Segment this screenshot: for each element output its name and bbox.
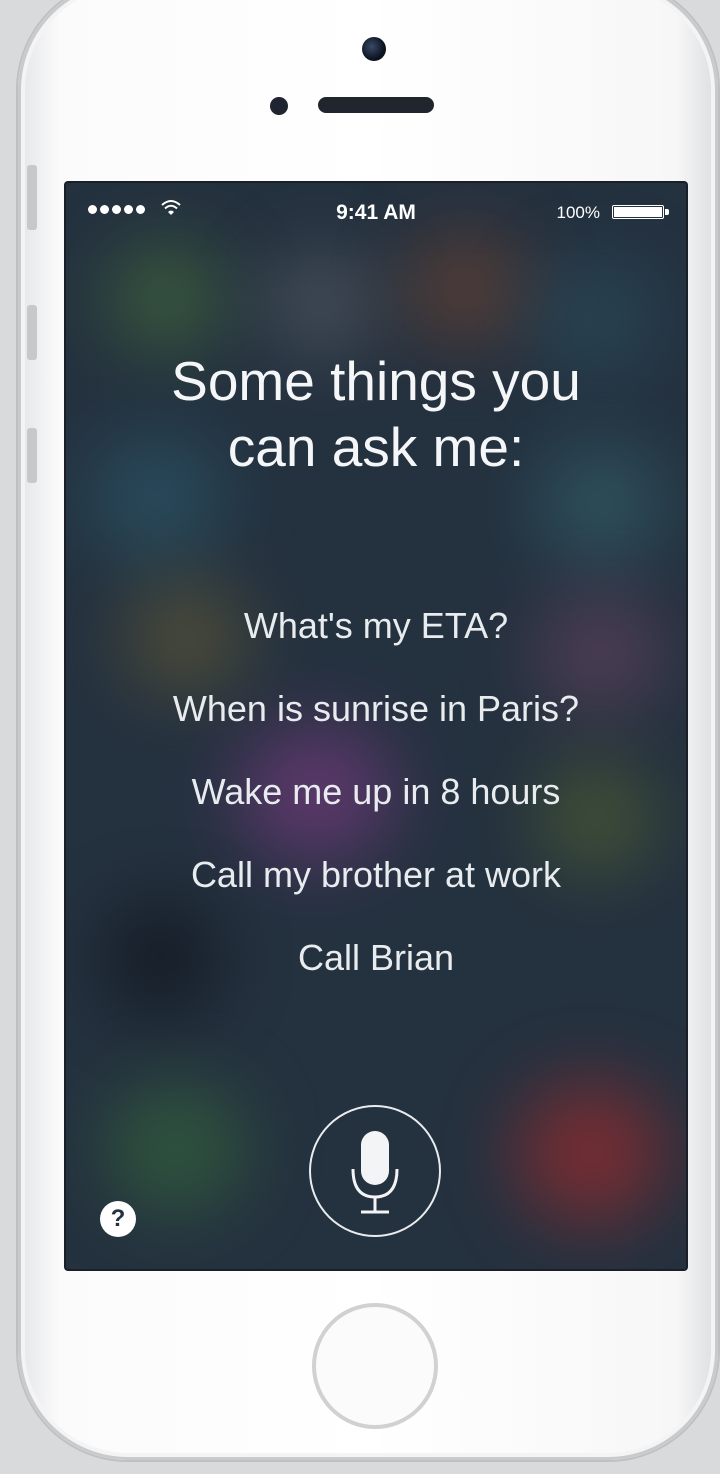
proximity-sensor <box>270 97 288 115</box>
microphone-icon <box>351 1131 399 1214</box>
home-button[interactable] <box>312 1303 438 1429</box>
blurred-app-icon <box>406 233 526 343</box>
suggestion-sunrise-paris[interactable]: When is sunrise in Paris? <box>66 684 686 767</box>
mute-switch <box>27 165 37 230</box>
suggestion-list: What's my ETA? When is sunrise in Paris?… <box>66 601 686 1016</box>
status-bar: 9:41 AM 100% <box>66 183 686 239</box>
microphone-button[interactable] <box>309 1105 441 1237</box>
front-camera-icon <box>362 37 386 61</box>
suggestion-call-brian[interactable]: Call Brian <box>66 933 686 1016</box>
blurred-app-icon <box>106 243 226 353</box>
headline-line-1: Some things you <box>171 350 581 412</box>
battery-tip <box>665 209 669 215</box>
headline-line-2: can ask me: <box>227 416 525 478</box>
volume-up-button <box>27 305 37 360</box>
blurred-dock-icon <box>106 1083 246 1213</box>
siri-headline: Some things you can ask me: <box>66 348 686 480</box>
siri-screen: 9:41 AM 100% Some things you can ask me:… <box>66 183 686 1269</box>
suggestion-call-brother[interactable]: Call my brother at work <box>66 850 686 933</box>
suggestion-eta[interactable]: What's my ETA? <box>66 601 686 684</box>
battery-percentage: 100% <box>556 203 600 222</box>
volume-down-button <box>27 428 37 483</box>
earpiece-speaker <box>318 97 434 113</box>
battery-icon <box>612 205 664 219</box>
blurred-app-icon <box>266 253 376 353</box>
help-button[interactable]: ? <box>100 1201 136 1237</box>
suggestion-wake-up[interactable]: Wake me up in 8 hours <box>66 767 686 850</box>
blurred-dock-icon <box>516 1083 666 1223</box>
